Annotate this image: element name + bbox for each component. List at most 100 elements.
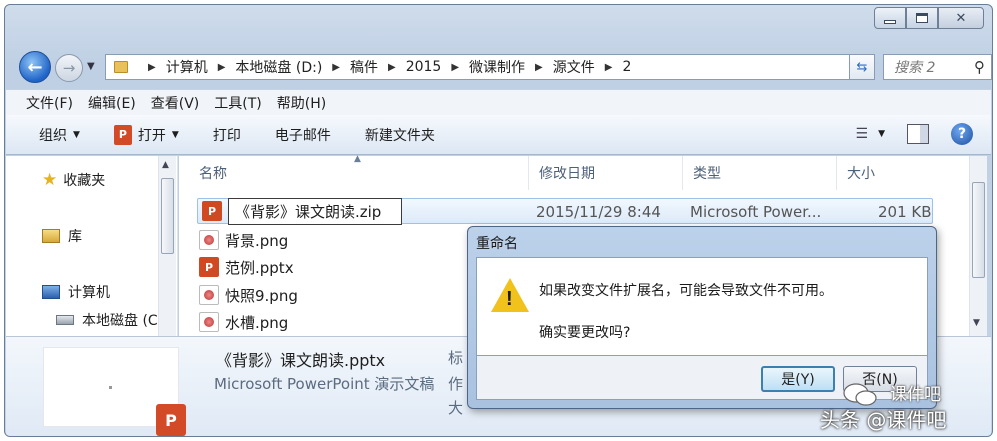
menu-file[interactable]: 文件(F) — [26, 93, 73, 113]
powerpoint-icon: P — [156, 404, 186, 436]
file-row[interactable]: 背景.png — [199, 227, 288, 253]
file-name: 背景.png — [225, 231, 289, 250]
nav-favorites-label: 收藏夹 — [63, 173, 106, 189]
nav-favorites[interactable]: ★ 收藏夹 — [42, 170, 105, 190]
file-thumbnail: P — [43, 347, 186, 436]
forward-button[interactable]: → — [55, 54, 83, 82]
history-dropdown-icon[interactable]: ▼ — [87, 61, 95, 72]
chevron-right-icon[interactable]: ▶ — [451, 62, 459, 73]
nav-computer[interactable]: 计算机 — [42, 282, 110, 302]
scroll-thumb[interactable] — [161, 178, 174, 254]
breadcrumb-local-disk[interactable]: 本地磁盘 (D:) — [235, 57, 322, 77]
warning-exclamation-icon: ! — [506, 288, 513, 310]
file-row[interactable]: 快照9.png — [199, 282, 298, 308]
minimize-icon — [884, 20, 896, 24]
back-button[interactable]: ← — [19, 51, 51, 83]
scroll-up-icon[interactable]: ▲ — [162, 160, 169, 170]
refresh-icon: ⇆ — [856, 59, 868, 75]
menu-view[interactable]: 查看(V) — [151, 93, 200, 113]
search-icon[interactable]: ⚲ — [974, 58, 985, 76]
organize-button[interactable]: 组织 ▼ — [39, 125, 80, 145]
back-arrow-icon: ← — [27, 56, 43, 78]
breadcrumb-manuscripts[interactable]: 稿件 — [350, 57, 378, 77]
caption-buttons: ✕ — [874, 7, 984, 29]
file-row-selected[interactable]: P 《背影》课文朗读.zip 2015/11/29 8:44 Microsoft… — [197, 197, 933, 225]
chevron-down-icon[interactable]: ▼ — [878, 129, 885, 139]
view-controls: ☰ ▼ ? — [856, 123, 973, 145]
refresh-button[interactable]: ⇆ — [849, 54, 875, 80]
address-row: ← → ▼ ▶ 计算机 ▶ 本地磁盘 (D:) ▶ 稿件 ▶ 2015 ▶ 微课… — [15, 51, 992, 83]
ppt-icon: P — [199, 257, 219, 277]
open-label: 打开 — [137, 127, 166, 144]
chevron-right-icon[interactable]: ▶ — [148, 62, 156, 73]
view-details-icon[interactable]: ☰ — [856, 126, 869, 142]
maximize-icon — [916, 13, 928, 23]
yes-button[interactable]: 是(Y) — [761, 366, 835, 392]
scroll-thumb[interactable] — [972, 182, 985, 278]
search-input[interactable]: 搜索 2 ⚲ — [883, 54, 992, 80]
breadcrumb-computer[interactable]: 计算机 — [166, 57, 208, 77]
chevron-right-icon[interactable]: ▶ — [535, 62, 543, 73]
breadcrumb-folder-2[interactable]: 2 — [622, 59, 631, 75]
dialog-question: 确实要更改吗? — [539, 325, 631, 341]
file-name: 快照9.png — [225, 286, 298, 305]
forward-arrow-icon: → — [62, 59, 76, 77]
new-folder-button[interactable]: 新建文件夹 — [365, 125, 435, 145]
nav-scrollbar[interactable]: ▲ — [158, 156, 176, 336]
watermark-bottom: 头条 @课件吧 — [820, 408, 947, 432]
nav-libraries[interactable]: 库 — [42, 226, 82, 246]
file-row[interactable]: P 范例.pptx — [199, 254, 294, 280]
breadcrumb-source-files[interactable]: 源文件 — [553, 57, 595, 77]
maximize-button[interactable] — [906, 7, 938, 29]
email-button[interactable]: 电子邮件 — [275, 125, 331, 145]
library-icon — [42, 229, 60, 243]
explorer-window: ✕ ← → ▼ ▶ 计算机 ▶ 本地磁盘 (D:) ▶ 稿件 ▶ 2015 ▶ … — [4, 4, 993, 437]
organize-label: 组织 — [39, 127, 67, 144]
nav-local-disk[interactable]: 本地磁盘 (C — [56, 310, 158, 330]
search-placeholder: 搜索 2 — [894, 60, 936, 76]
rename-input[interactable]: 《背影》课文朗读.zip — [228, 197, 402, 225]
print-button[interactable]: 打印 — [213, 125, 241, 145]
close-icon: ✕ — [955, 10, 967, 26]
scroll-down-icon[interactable]: ▼ — [973, 318, 980, 328]
close-button[interactable]: ✕ — [938, 7, 984, 29]
file-modified: 2015/11/29 8:44 — [536, 203, 661, 221]
chevron-right-icon[interactable]: ▶ — [218, 62, 226, 73]
column-name[interactable]: 名称 — [189, 156, 529, 190]
command-bar: 组织 ▼ P 打开 ▼ 打印 电子邮件 新建文件夹 ☰ ▼ ? — [6, 115, 991, 155]
details-label-size: 大 — [448, 399, 464, 417]
dialog-title: 重命名 — [476, 236, 518, 252]
file-size: 201 KB — [878, 203, 932, 221]
menu-tools[interactable]: 工具(T) — [214, 93, 261, 113]
minimize-button[interactable] — [874, 7, 906, 29]
png-icon — [199, 230, 219, 250]
disk-icon — [56, 315, 74, 325]
thumbnail-dot — [109, 386, 112, 389]
chevron-right-icon[interactable]: ▶ — [388, 62, 396, 73]
computer-icon — [42, 285, 60, 299]
preview-pane-icon[interactable] — [907, 124, 929, 144]
address-bar[interactable]: ▶ 计算机 ▶ 本地磁盘 (D:) ▶ 稿件 ▶ 2015 ▶ 微课制作 ▶ 源… — [105, 54, 875, 80]
chevron-down-icon: ▼ — [171, 129, 179, 140]
chevron-right-icon[interactable]: ▶ — [332, 62, 340, 73]
column-modified[interactable]: 修改日期 — [529, 156, 683, 190]
file-list-scrollbar[interactable]: ▼ — [969, 156, 987, 336]
watermark-top: 课件吧 — [890, 385, 941, 405]
menu-bar: 文件(F) 编辑(E) 查看(V) 工具(T) 帮助(H) — [6, 89, 991, 115]
folder-icon — [114, 61, 128, 73]
chevron-right-icon[interactable]: ▶ — [605, 62, 613, 73]
breadcrumb-micro-course[interactable]: 微课制作 — [469, 57, 525, 77]
nav-libraries-label: 库 — [68, 229, 82, 245]
column-type[interactable]: 类型 — [683, 156, 837, 190]
column-size[interactable]: 大小 — [837, 156, 937, 190]
menu-edit[interactable]: 编辑(E) — [88, 93, 136, 113]
breadcrumb-2015[interactable]: 2015 — [406, 59, 442, 75]
png-icon — [199, 285, 219, 305]
open-button[interactable]: P 打开 ▼ — [113, 124, 179, 145]
help-icon[interactable]: ? — [951, 123, 973, 145]
file-row[interactable]: 水槽.png — [199, 309, 288, 335]
menu-help[interactable]: 帮助(H) — [277, 93, 326, 113]
file-name: 水槽.png — [225, 313, 289, 332]
nav-computer-label: 计算机 — [68, 285, 110, 301]
navigation-pane: ★ 收藏夹 库 计算机 本地磁盘 (C ▲ — [6, 156, 178, 336]
